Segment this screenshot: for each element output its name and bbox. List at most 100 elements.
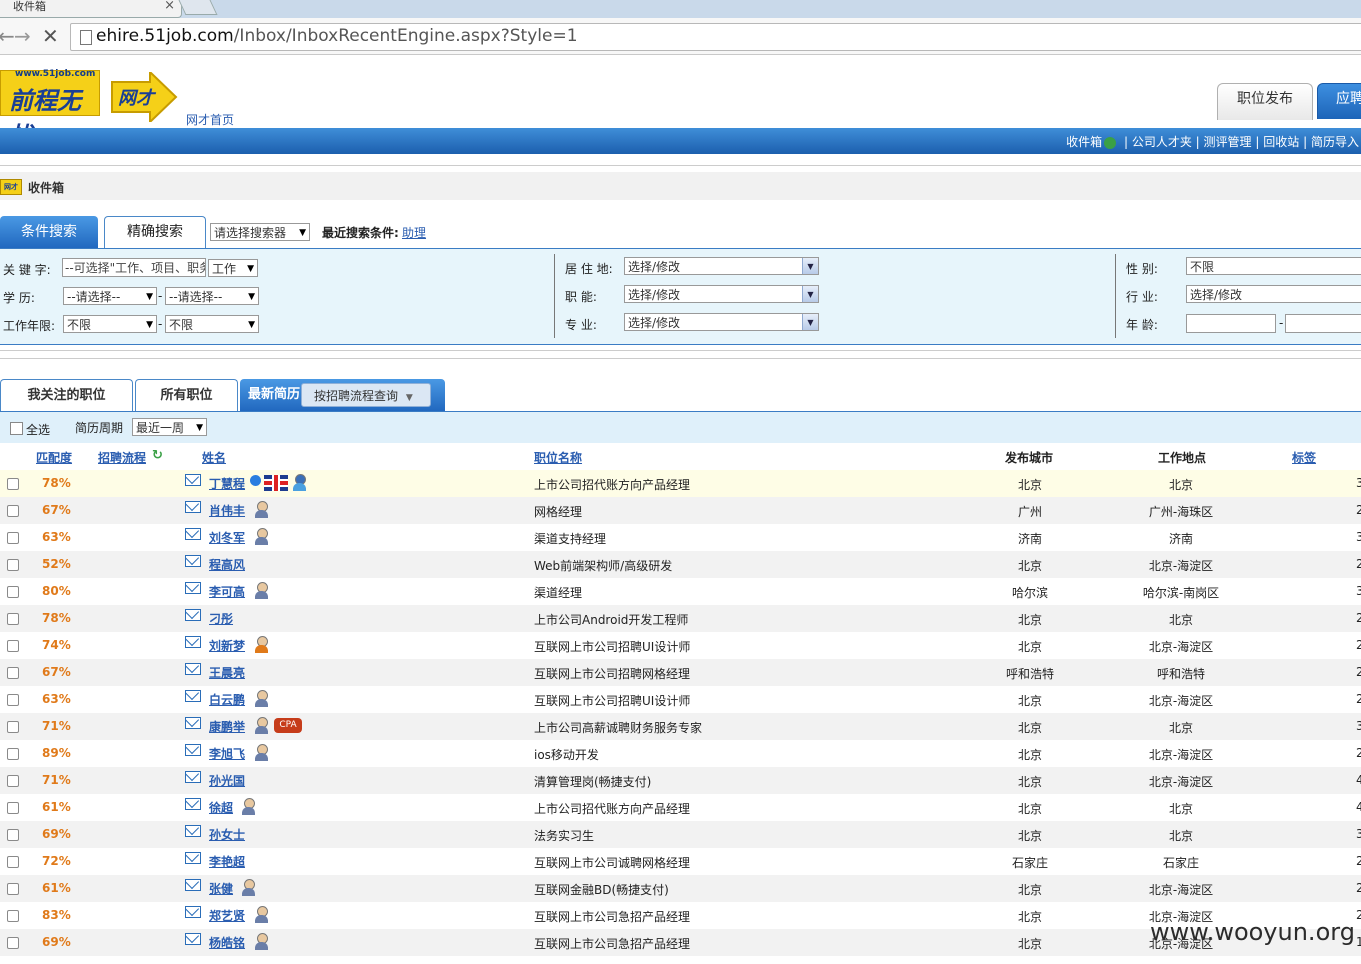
back-icon[interactable]: ←	[0, 24, 15, 48]
candidate-name[interactable]: 李艳超	[209, 853, 245, 870]
table-row[interactable]: 69% 孙女士 法务实习生 北京 北京 3	[0, 821, 1361, 848]
mail-icon[interactable]	[185, 636, 201, 648]
tab-latest-resumes[interactable]: 最新简历 按招聘流程查询 ▼	[240, 379, 445, 411]
candidate-name[interactable]: 孙女士	[209, 826, 245, 843]
link-company-talent[interactable]: 公司人才夹	[1132, 135, 1192, 149]
row-checkbox[interactable]	[7, 802, 19, 814]
mail-icon[interactable]	[185, 798, 201, 810]
candidate-name[interactable]: 刘冬军	[209, 529, 245, 546]
col-process[interactable]: 招聘流程	[98, 449, 146, 466]
mail-icon[interactable]	[185, 744, 201, 756]
table-row[interactable]: 52% 程高风 Web前端架构师/高级研发 北京 北京-海淀区 2	[0, 551, 1361, 578]
url-text[interactable]: ehire.51job.com/Inbox/InboxRecentEngine.…	[96, 26, 578, 46]
wangcai-logo[interactable]: 网才	[110, 72, 178, 122]
age-to-input[interactable]	[1285, 314, 1361, 333]
table-row[interactable]: 63% 刘冬军 渠道支持经理 济南 济南 3	[0, 524, 1361, 551]
table-row[interactable]: 78% 刁彤 上市公司Android开发工程师 北京 北京 2	[0, 605, 1361, 632]
mail-icon[interactable]	[185, 771, 201, 783]
process-query-button[interactable]: 按招聘流程查询 ▼	[301, 383, 431, 407]
table-row[interactable]: 74% 刘新梦 互联网上市公司招聘UI设计师 北京 北京-海淀区 2	[0, 632, 1361, 659]
industry-select[interactable]: 选择/修改	[1186, 285, 1361, 303]
table-row[interactable]: 67% 王晨亮 互联网上市公司招聘网格经理 呼和浩特 呼和浩特 2	[0, 659, 1361, 686]
browser-tab[interactable]: 收件箱 ×	[0, 0, 182, 18]
row-checkbox[interactable]	[7, 748, 19, 760]
refresh-icon[interactable]: ↻	[152, 448, 163, 463]
tab-precise-search[interactable]: 精确搜索	[104, 216, 206, 248]
new-tab-button[interactable]	[178, 0, 218, 15]
51job-logo[interactable]: www.51job.com 前程无忧	[0, 69, 100, 150]
candidate-name[interactable]: 徐超	[209, 799, 233, 816]
row-checkbox[interactable]	[7, 910, 19, 922]
refresh-icon[interactable]	[1104, 136, 1117, 149]
candidate-name[interactable]: 白云鹏	[209, 691, 245, 708]
close-icon[interactable]: ×	[164, 0, 175, 13]
col-position[interactable]: 职位名称	[534, 449, 582, 466]
candidate-name[interactable]: 王晨亮	[209, 664, 245, 681]
table-row[interactable]: 61% 张健 互联网金融BD(畅捷支付) 北京 北京-海淀区 2	[0, 875, 1361, 902]
tab-applications[interactable]: 应聘	[1317, 83, 1361, 119]
forward-icon[interactable]: →	[14, 24, 31, 48]
mail-icon[interactable]	[185, 690, 201, 702]
row-checkbox[interactable]	[7, 721, 19, 733]
candidate-name[interactable]: 张健	[209, 880, 233, 897]
table-row[interactable]: 63% 白云鹏 互联网上市公司招聘UI设计师 北京 北京-海淀区 2	[0, 686, 1361, 713]
gender-select[interactable]: 不限	[1186, 257, 1361, 275]
mail-icon[interactable]	[185, 906, 201, 918]
row-checkbox[interactable]	[7, 883, 19, 895]
candidate-name[interactable]: 刁彤	[209, 610, 233, 627]
col-name[interactable]: 姓名	[202, 449, 226, 466]
table-row[interactable]: 80% 李可高 渠道经理 哈尔滨 哈尔滨-南岗区 3	[0, 578, 1361, 605]
row-checkbox[interactable]	[7, 694, 19, 706]
candidate-name[interactable]: 孙光国	[209, 772, 245, 789]
keyword-type-select[interactable]: 工作 ▼	[208, 259, 258, 277]
row-checkbox[interactable]	[7, 505, 19, 517]
col-match[interactable]: 匹配度	[36, 449, 72, 466]
home-link[interactable]: 网才首页	[186, 111, 234, 128]
keyword-input[interactable]: --可选择"工作、项目、职务	[62, 258, 206, 277]
row-checkbox[interactable]	[7, 856, 19, 868]
mail-icon[interactable]	[185, 825, 201, 837]
row-checkbox[interactable]	[7, 613, 19, 625]
tab-followed-positions[interactable]: 我关注的职位	[0, 379, 133, 411]
table-row[interactable]: 61% 徐超 上市公司招代账方向产品经理 北京 北京 4	[0, 794, 1361, 821]
table-row[interactable]: 67% 肖伟丰 网格经理 广州 广州-海珠区 2	[0, 497, 1361, 524]
mail-icon[interactable]	[185, 555, 201, 567]
row-checkbox[interactable]	[7, 775, 19, 787]
row-checkbox[interactable]	[7, 640, 19, 652]
row-checkbox[interactable]	[7, 586, 19, 598]
candidate-name[interactable]: 刘新梦	[209, 637, 245, 654]
candidate-name[interactable]: 李可高	[209, 583, 245, 600]
mail-icon[interactable]	[185, 582, 201, 594]
mail-icon[interactable]	[185, 717, 201, 729]
residence-select[interactable]: 选择/修改 ▼	[624, 257, 819, 275]
mail-icon[interactable]	[185, 933, 201, 945]
candidate-name[interactable]: 程高风	[209, 556, 245, 573]
stop-icon[interactable]: ✕	[42, 24, 59, 48]
search-engine-select[interactable]: 请选择搜索器 ▼	[210, 223, 310, 241]
recent-search-link[interactable]: 助理	[402, 224, 426, 241]
link-inbox[interactable]: 收件箱	[1066, 135, 1102, 149]
candidate-name[interactable]: 杨皓铭	[209, 934, 245, 951]
col-tag[interactable]: 标签	[1292, 449, 1316, 466]
tab-job-publish[interactable]: 职位发布	[1217, 83, 1313, 120]
candidate-name[interactable]: 肖伟丰	[209, 502, 245, 519]
tab-all-positions[interactable]: 所有职位	[135, 379, 238, 411]
mail-icon[interactable]	[185, 501, 201, 513]
function-select[interactable]: 选择/修改 ▼	[624, 285, 819, 303]
table-row[interactable]: 78% 丁慧程 上市公司招代账方向产品经理 北京 北京 3	[0, 470, 1361, 497]
row-checkbox[interactable]	[7, 829, 19, 841]
work-years-from-select[interactable]: 不限 ▼	[63, 315, 157, 333]
table-row[interactable]: 71% 孙光国 清算管理岗(畅捷支付) 北京 北京-海淀区 4	[0, 767, 1361, 794]
age-from-input[interactable]	[1186, 314, 1276, 333]
link-resume-import[interactable]: 简历导入	[1311, 135, 1359, 149]
row-checkbox[interactable]	[7, 532, 19, 544]
row-checkbox[interactable]	[7, 478, 19, 490]
tab-condition-search[interactable]: 条件搜索	[0, 216, 98, 248]
select-all-checkbox[interactable]	[10, 422, 23, 435]
mail-icon[interactable]	[185, 663, 201, 675]
row-checkbox[interactable]	[7, 559, 19, 571]
mail-icon[interactable]	[185, 609, 201, 621]
resume-cycle-select[interactable]: 最近一周 ▼	[132, 418, 207, 436]
candidate-name[interactable]: 郑艺贤	[209, 907, 245, 924]
candidate-name[interactable]: 丁慧程	[209, 475, 245, 492]
